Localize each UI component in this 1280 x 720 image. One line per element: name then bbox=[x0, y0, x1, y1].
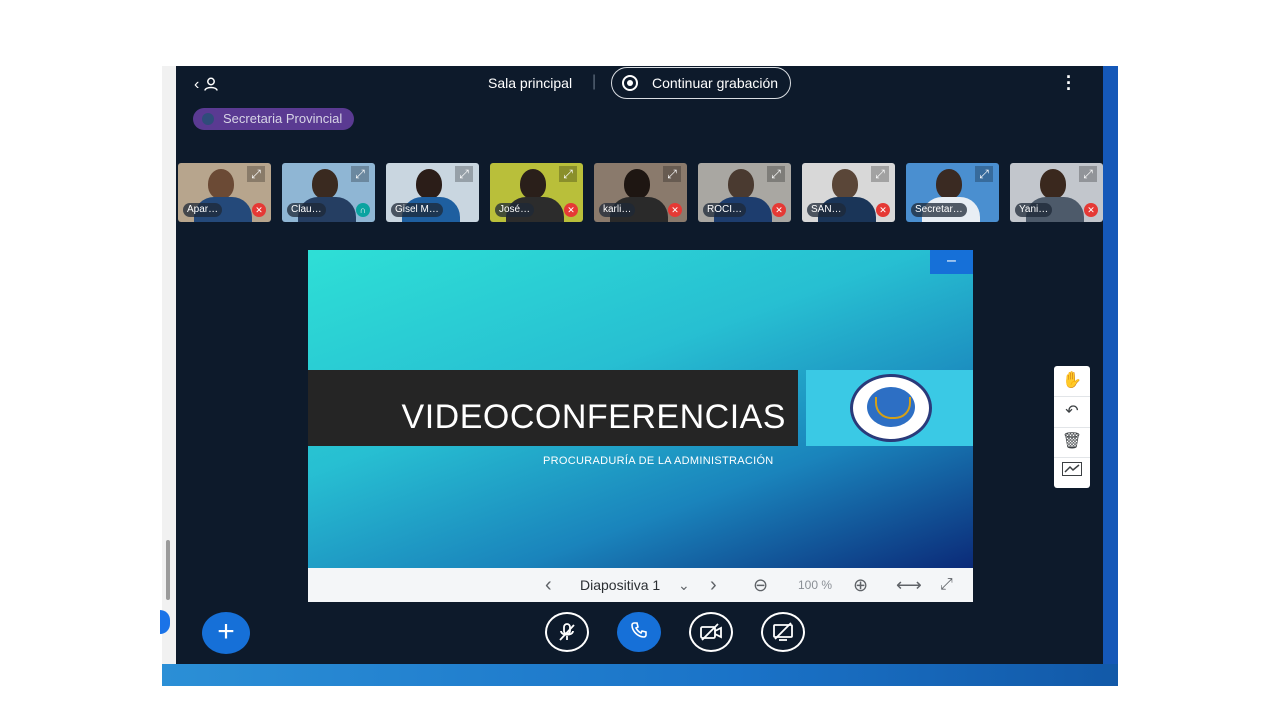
participant-video bbox=[208, 169, 234, 199]
mic-muted-icon: ✕ bbox=[668, 203, 682, 217]
participant-name: José… bbox=[495, 203, 535, 217]
fullscreen-icon[interactable]: ⤢ bbox=[1079, 166, 1097, 182]
participant-name: Clau… bbox=[287, 203, 326, 217]
whiteboard-toolbar: ✋ ↶ 🗑 bbox=[1054, 366, 1090, 488]
slide-title: VIDEOCONFERENCIAS bbox=[401, 398, 786, 436]
leave-audio-button[interactable] bbox=[617, 612, 661, 652]
previous-slide-icon[interactable]: ‹ bbox=[545, 568, 552, 602]
browser-scrollbar[interactable] bbox=[166, 540, 170, 600]
next-slide-icon[interactable]: › bbox=[710, 568, 717, 602]
record-icon bbox=[622, 75, 638, 91]
participant-video bbox=[520, 169, 546, 199]
participant-name: ROCI… bbox=[703, 203, 746, 217]
slide-selector[interactable]: Diapositiva 1 bbox=[580, 568, 660, 602]
record-label: Continuar grabación bbox=[652, 75, 779, 91]
presentation-controls: ‹ Diapositiva 1 ⌄ › ⊖ 100 % ⊕ ⟷ ⤢ bbox=[308, 568, 973, 602]
chevron-down-icon[interactable]: ⌄ bbox=[678, 568, 690, 602]
toggle-camera-button[interactable] bbox=[689, 612, 733, 652]
screen-share-button[interactable] bbox=[761, 612, 805, 652]
mic-muted-icon: ✕ bbox=[772, 203, 786, 217]
microphone-off-icon bbox=[559, 622, 575, 641]
participant-name: karli… bbox=[599, 203, 636, 217]
participant-name: Yani… bbox=[1015, 203, 1053, 217]
chart-icon[interactable] bbox=[1054, 457, 1090, 487]
mute-microphone-button[interactable] bbox=[545, 612, 589, 652]
fit-width-icon[interactable]: ⟷ bbox=[896, 568, 922, 602]
participant-video bbox=[416, 169, 442, 199]
participant-video bbox=[624, 169, 650, 199]
users-toggle-button[interactable]: ‹ bbox=[194, 74, 224, 96]
group-avatar bbox=[202, 113, 214, 125]
add-action-button[interactable]: + bbox=[202, 612, 250, 654]
zoom-out-icon[interactable]: ⊖ bbox=[753, 568, 768, 602]
participant-name: Secretar… bbox=[911, 203, 967, 217]
continue-recording-button[interactable]: Continuar grabación bbox=[611, 67, 791, 99]
fullscreen-icon[interactable]: ⤢ bbox=[767, 166, 785, 182]
fullscreen-icon[interactable]: ⤢ bbox=[663, 166, 681, 182]
institution-seal-icon bbox=[850, 374, 932, 442]
group-badge[interactable]: Secretaria Provincial bbox=[193, 108, 355, 130]
fullscreen-icon[interactable]: ⤢ bbox=[940, 568, 953, 602]
participant-tile[interactable]: ⤢ SAN… ✕ bbox=[802, 163, 895, 222]
fullscreen-icon[interactable]: ⤢ bbox=[455, 166, 473, 182]
zoom-in-icon[interactable]: ⊕ bbox=[853, 568, 868, 602]
meeting-window: ‹ Sala principal | Continuar grabación ·… bbox=[176, 66, 1103, 664]
fullscreen-icon[interactable]: ⤢ bbox=[247, 166, 265, 182]
slide-logo-panel bbox=[806, 370, 973, 446]
user-icon bbox=[204, 77, 218, 91]
participant-tile[interactable]: ⤢ Clau… ∩ bbox=[282, 163, 375, 222]
participant-video bbox=[936, 169, 962, 199]
participant-video bbox=[728, 169, 754, 199]
more-vertical-icon[interactable]: · · · bbox=[1064, 68, 1074, 98]
phone-icon bbox=[631, 621, 647, 638]
undo-icon[interactable]: ↶ bbox=[1054, 397, 1090, 428]
camera-off-icon bbox=[700, 623, 722, 641]
minimize-presentation-button[interactable]: – bbox=[930, 250, 973, 274]
participant-tile[interactable]: ⤢ Yani… ✕ bbox=[1010, 163, 1103, 222]
screen-share-off-icon bbox=[773, 622, 793, 641]
fullscreen-icon[interactable]: ⤢ bbox=[871, 166, 889, 182]
participant-tile[interactable]: ⤢ Apar… ✕ bbox=[178, 163, 271, 222]
participants-strip: ⤢ Apar… ✕ ⤢ Clau… ∩ ⤢ Gisel M… ⤢ José… ✕… bbox=[178, 163, 1103, 222]
participant-video bbox=[1040, 169, 1066, 199]
participant-tile[interactable]: ⤢ Secretar… bbox=[906, 163, 999, 222]
chevron-left-icon: ‹ bbox=[194, 76, 200, 93]
zoom-level: 100 % bbox=[798, 578, 833, 592]
participant-name: SAN… bbox=[807, 203, 846, 217]
participant-video bbox=[832, 169, 858, 199]
header-separator: | bbox=[592, 73, 597, 90]
hand-icon[interactable]: ✋ bbox=[1054, 366, 1090, 397]
participant-video bbox=[312, 169, 338, 199]
headphones-icon: ∩ bbox=[356, 203, 370, 217]
participant-name: Gisel M… bbox=[391, 203, 443, 217]
participant-tile[interactable]: ⤢ José… ✕ bbox=[490, 163, 583, 222]
participant-name: Apar… bbox=[183, 203, 223, 217]
mic-muted-icon: ✕ bbox=[876, 203, 890, 217]
mic-muted-icon: ✕ bbox=[1084, 203, 1098, 217]
fullscreen-icon[interactable]: ⤢ bbox=[975, 166, 993, 182]
trash-icon[interactable]: 🗑 bbox=[1054, 427, 1090, 458]
mic-muted-icon: ✕ bbox=[564, 203, 578, 217]
slide-subtitle: PROCURADURÍA DE LA ADMINISTRACIÓN bbox=[543, 455, 774, 467]
room-title: Sala principal bbox=[488, 75, 573, 91]
participant-tile[interactable]: ⤢ karli… ✕ bbox=[594, 163, 687, 222]
taskbar bbox=[162, 664, 1118, 686]
mic-muted-icon: ✕ bbox=[252, 203, 266, 217]
participant-tile[interactable]: ⤢ ROCI… ✕ bbox=[698, 163, 791, 222]
participant-tile[interactable]: ⤢ Gisel M… bbox=[386, 163, 479, 222]
fullscreen-icon[interactable]: ⤢ bbox=[559, 166, 577, 182]
presentation-slide: – VIDEOCONFERENCIAS PROCURADURÍA DE LA A… bbox=[308, 250, 973, 568]
fullscreen-icon[interactable]: ⤢ bbox=[351, 166, 369, 182]
group-label: Secretaria Provincial bbox=[223, 111, 343, 126]
browser-right-edge bbox=[1103, 66, 1118, 686]
